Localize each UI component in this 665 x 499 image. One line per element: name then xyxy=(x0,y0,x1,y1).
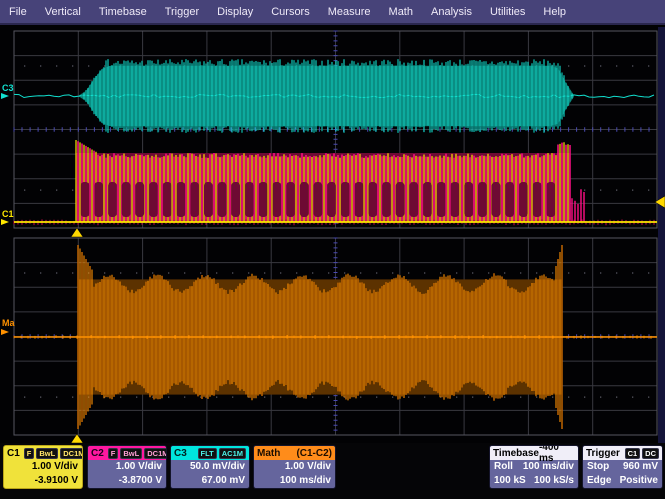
menu-item-display[interactable]: Display xyxy=(208,6,262,18)
c2-vdiv: 1.00 V/div xyxy=(88,460,166,474)
math-descriptor[interactable]: Math (C1-C2) 1.00 V/div 100 ms/div xyxy=(253,445,336,489)
right-margin-strip xyxy=(658,27,665,443)
menu-item-measure[interactable]: Measure xyxy=(319,6,380,18)
oscilloscope-app: FileVerticalTimebaseTriggerDisplayCursor… xyxy=(0,0,665,499)
svg-text:C1: C1 xyxy=(2,209,14,219)
c3-vdiv: 50.0 mV/div xyxy=(171,460,249,474)
svg-text:C3: C3 xyxy=(2,83,14,93)
trigger-descriptor[interactable]: Trigger C1DC Stop 960 mV Edge Positive xyxy=(582,445,663,489)
c2-header: C2 FBwLDC1M xyxy=(88,446,166,460)
math-vdiv: 1.00 V/div xyxy=(254,460,335,474)
timebase-samples: 100 kS xyxy=(494,474,526,488)
c1-offset: -3.9100 V xyxy=(4,474,82,488)
menu-item-cursors[interactable]: Cursors xyxy=(262,6,319,18)
badge-bwl: BwL xyxy=(36,448,58,459)
badge-dc1m: DC1M xyxy=(144,448,167,459)
menu-item-help[interactable]: Help xyxy=(534,6,575,18)
scope-screen: C3 C1 Ma xyxy=(0,27,665,443)
math-header: Math (C1-C2) xyxy=(254,446,335,460)
menu-bar: FileVerticalTimebaseTriggerDisplayCursor… xyxy=(0,0,665,25)
timebase-title: Timebase xyxy=(493,448,539,459)
channel-descriptor-c2[interactable]: C2 FBwLDC1M 1.00 V/div -3.8700 V xyxy=(87,445,167,489)
trigger-type: Edge xyxy=(587,474,611,488)
math-hdiv: 100 ms/div xyxy=(254,474,335,488)
menu-item-file[interactable]: File xyxy=(0,6,36,18)
timebase-scale: 100 ms/div xyxy=(523,460,574,474)
timebase-mode: Roll xyxy=(494,460,513,474)
badge-f: F xyxy=(24,448,35,459)
badge-bwl: BwL xyxy=(120,448,142,459)
c1-name: C1 xyxy=(7,448,20,459)
status-bar: C1 FBwLDC1M 1.00 V/div -3.9100 V C2 FBwL… xyxy=(0,443,665,499)
trigger-slope: Positive xyxy=(620,474,658,488)
badge-dc1m: DC1M xyxy=(60,448,83,459)
math-name: Math xyxy=(257,448,280,459)
waveform-display[interactable]: C3 C1 Ma xyxy=(0,27,665,443)
menu-item-timebase[interactable]: Timebase xyxy=(90,6,156,18)
trigger-mode: Stop xyxy=(587,460,609,474)
c3-name: C3 xyxy=(174,448,187,459)
trigger-row-2: Edge Positive xyxy=(583,474,662,488)
c3-badges: FLTAC1M xyxy=(196,448,246,459)
trigger-title: Trigger xyxy=(586,448,620,459)
menu-item-analysis[interactable]: Analysis xyxy=(422,6,481,18)
svg-text:Ma: Ma xyxy=(2,318,15,328)
trigger-row-1: Stop 960 mV xyxy=(583,460,662,474)
badge-dc: DC xyxy=(642,448,659,459)
c3-header: C3 FLTAC1M xyxy=(171,446,249,460)
timebase-row-2: 100 kS 100 kS/s xyxy=(490,474,578,488)
timebase-row-1: Roll 100 ms/div xyxy=(490,460,578,474)
timebase-rate: 100 kS/s xyxy=(534,474,574,488)
c3-offset: 67.00 mV xyxy=(171,474,249,488)
menu-item-vertical[interactable]: Vertical xyxy=(36,6,90,18)
timebase-header: Timebase -400 ms xyxy=(490,446,578,460)
trigger-header: Trigger C1DC xyxy=(583,446,662,460)
menu-item-math[interactable]: Math xyxy=(380,6,422,18)
c2-badges: FBwLDC1M xyxy=(106,448,167,459)
channel-descriptor-c3[interactable]: C3 FLTAC1M 50.0 mV/div 67.00 mV xyxy=(170,445,250,489)
badge-c1: C1 xyxy=(625,448,641,459)
timebase-descriptor[interactable]: Timebase -400 ms Roll 100 ms/div 100 kS … xyxy=(489,445,579,489)
c1-vdiv: 1.00 V/div xyxy=(4,460,82,474)
c1-header: C1 FBwLDC1M xyxy=(4,446,82,460)
math-source: (C1-C2) xyxy=(296,448,332,459)
trace-c3[interactable] xyxy=(14,59,654,133)
menu-item-trigger[interactable]: Trigger xyxy=(156,6,208,18)
badge-ac1m: AC1M xyxy=(219,448,246,459)
trigger-level: 960 mV xyxy=(623,460,658,474)
menu-item-utilities[interactable]: Utilities xyxy=(481,6,534,18)
c2-name: C2 xyxy=(91,448,104,459)
trigger-badges: C1DC xyxy=(623,448,659,459)
c1-badges: FBwLDC1M xyxy=(22,448,83,459)
channel-descriptor-c1[interactable]: C1 FBwLDC1M 1.00 V/div -3.9100 V xyxy=(3,445,83,489)
badge-flt: FLT xyxy=(198,448,217,459)
badge-f: F xyxy=(108,448,119,459)
c2-offset: -3.8700 V xyxy=(88,474,166,488)
